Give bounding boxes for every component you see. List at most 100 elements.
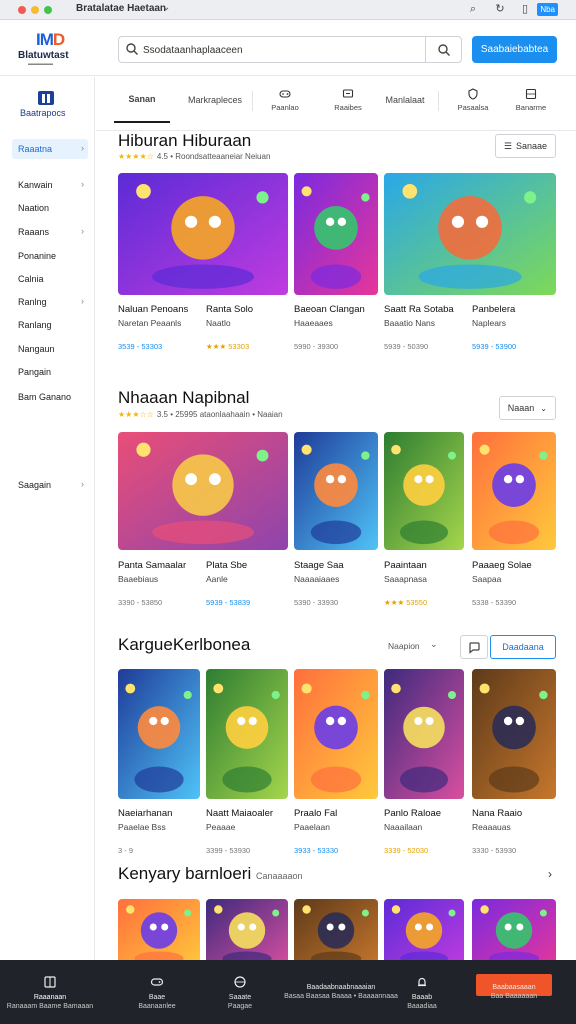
game-title[interactable]: Naatt Maiaoaler (206, 808, 288, 819)
game-title[interactable]: Panta Samaalar (118, 560, 202, 571)
sidebar-item[interactable]: Saagain › (12, 475, 88, 495)
search-submit-button[interactable] (425, 37, 461, 62)
sidebar-item[interactable]: Ranlng › (12, 292, 88, 312)
game-title[interactable]: Panbelera (472, 304, 556, 315)
tab[interactable]: Sanan (114, 77, 170, 123)
sidebar-item-label: Ranlng (18, 297, 47, 307)
sidebar-item[interactable]: Bam Ganano (12, 387, 88, 407)
document-icon[interactable]: ▯ (519, 3, 531, 15)
game-title[interactable]: Naeiarhanan (118, 808, 200, 819)
tab[interactable]: Raaibes (322, 77, 374, 123)
tab-label: Raaibes (334, 103, 362, 112)
game-thumbnail[interactable] (294, 173, 378, 295)
bottom-nav-sublabel: Paagae (227, 1002, 253, 1010)
chevron-right-icon[interactable]: › (548, 867, 552, 881)
sidebar-item[interactable]: Kanwain › (12, 175, 88, 195)
bottom-nav-item[interactable]: Baae Baanaanlee (110, 960, 204, 1024)
game-title[interactable]: Naluan Penoans (118, 304, 202, 315)
bottom-nav-item[interactable]: Raaanaan Ranaaam Baame Bamaaan (0, 960, 100, 1024)
search-box (118, 36, 462, 63)
sidebar-item[interactable]: Ponanine (12, 246, 88, 266)
bottom-nav-item[interactable]: Baabaasaaan Baa Baaaaaan (474, 960, 554, 1024)
game-thumbnail[interactable] (118, 432, 288, 550)
sidebar-item[interactable]: Calnia (12, 269, 88, 289)
game-thumbnail[interactable] (206, 669, 288, 799)
game-title[interactable]: Staage Saa (294, 560, 378, 571)
tab[interactable]: Markrapleces (180, 77, 250, 123)
primary-action-button[interactable]: Saabaiebabtea (472, 36, 557, 63)
game-card[interactable]: Naluan Penoans Naretan Peaanls 3539 - 5330… (118, 295, 202, 351)
bottom-nav-item[interactable]: Saaate Paagae (194, 960, 286, 1024)
logo[interactable]: IMD Blatuwtast ▬▬▬▬▬ (18, 30, 82, 68)
sidebar-item[interactable]: Raaans › (12, 222, 88, 242)
close-window-button[interactable] (18, 6, 26, 14)
game-thumbnail[interactable] (472, 432, 556, 550)
game-card[interactable]: Staage Saa Naaaaiaaes 5390 - 33930 (294, 551, 378, 607)
game-thumbnail[interactable] (206, 899, 288, 960)
game-card[interactable]: Ranta Solo Naatlo ★★★ 53303 (206, 295, 290, 351)
game-publisher: Reaaauas (472, 822, 511, 832)
game-title[interactable]: Ranta Solo (206, 304, 290, 315)
sidebar-item-label: Raaatna (18, 144, 53, 154)
game-thumbnail[interactable] (384, 173, 556, 295)
bottom-nav-label: Raaanaan (33, 993, 67, 1001)
game-card[interactable]: Naatt Maiaoaler Peaaae 3399 - 53930 (206, 669, 288, 855)
window-badge[interactable]: Nba (537, 3, 558, 16)
game-card[interactable]: Panlo Raloae Naaailaan 3339 - 52030 (384, 669, 464, 855)
game-card[interactable]: Paaintaan Saaapnasa ★★★ 53550 (384, 551, 468, 607)
chevron-down-icon[interactable]: ⌄ (162, 2, 170, 13)
game-thumbnail[interactable] (118, 899, 200, 960)
game-title[interactable]: Panlo Raloae (384, 808, 464, 819)
game-thumbnail[interactable] (294, 432, 378, 550)
game-title[interactable]: Baeoan Clangan (294, 304, 378, 315)
tab-label: Manlalaat (385, 95, 425, 105)
chevron-down-icon[interactable]: ⌄ (430, 639, 438, 650)
tab[interactable]: Banarme (504, 77, 558, 123)
game-card[interactable]: Praalo Fal Paaelaan 3933 - 53330 (294, 669, 378, 855)
sidebar-item-label: Pangain (18, 367, 52, 377)
bottom-nav-item[interactable]: Baaab Baaadiaa (380, 960, 464, 1024)
game-thumbnail[interactable] (118, 669, 200, 799)
game-thumbnail[interactable] (294, 669, 378, 799)
game-title[interactable]: Paaintaan (384, 560, 468, 571)
game-thumbnail[interactable] (472, 899, 556, 960)
minimize-window-button[interactable] (31, 6, 39, 14)
tab[interactable]: Paanlao (262, 77, 308, 123)
section-action-button[interactable]: Daadaana (490, 635, 556, 659)
game-thumbnail[interactable] (384, 899, 464, 960)
tab[interactable]: Pasaalsa (444, 77, 502, 123)
refresh-icon[interactable]: ↻ (494, 3, 506, 15)
game-thumbnail[interactable] (472, 669, 556, 799)
tab[interactable]: Manlalaat (376, 77, 434, 123)
game-title[interactable]: Praalo Fal (294, 808, 378, 819)
game-card[interactable]: Naeiarhanan Paaelae Bss 3 - 9 (118, 669, 200, 855)
section-filter-button[interactable]: ☰ Sanaae (494, 134, 556, 158)
game-card[interactable]: Nana Raaio Reaaauas 3330 - 53930 (472, 669, 556, 855)
game-thumbnail[interactable] (294, 899, 378, 960)
search-icon[interactable]: ⌕ (467, 3, 479, 15)
game-title[interactable]: Nana Raaio (472, 808, 556, 819)
section-dropdown-button[interactable]: Naaan ⌄ (498, 396, 556, 420)
chat-button[interactable] (460, 635, 488, 659)
game-card[interactable]: Baeoan Clangan Haaeaaes 5990 - 39300 (294, 295, 378, 351)
game-title[interactable]: Paaaeg Solae (472, 560, 556, 571)
game-thumbnail[interactable] (384, 669, 464, 799)
game-title[interactable]: Plata Sbe (206, 560, 290, 571)
game-title[interactable]: Saatt Ra Sotaba (384, 304, 468, 315)
chevron-right-icon: › (81, 296, 84, 306)
game-thumbnail[interactable] (384, 432, 464, 550)
sidebar-item[interactable]: Pangain (12, 362, 88, 382)
sort-label[interactable]: Naapion (388, 641, 420, 651)
game-card[interactable]: Plata Sbe Aanle 5939 - 53839 (206, 551, 290, 607)
sidebar-item[interactable]: Nangaun (12, 339, 88, 359)
game-thumbnail[interactable] (118, 173, 288, 295)
search-input[interactable] (143, 41, 423, 59)
maximize-window-button[interactable] (44, 6, 52, 14)
game-card[interactable]: Paaaeg Solae Saapaa 5338 - 53390 (472, 551, 556, 607)
game-card[interactable]: Panbelera Naplears 5939 - 53900 (472, 295, 556, 351)
sidebar-item[interactable]: Raaatna › (12, 139, 88, 159)
sidebar-item[interactable]: Ranlang (12, 315, 88, 335)
game-card[interactable]: Panta Samaalar Baaebiaus 3390 - 53850 (118, 551, 202, 607)
sidebar-item[interactable]: Naation (12, 198, 88, 218)
game-card[interactable]: Saatt Ra Sotaba Baaatio Nans 5939 - 50390 (384, 295, 468, 351)
